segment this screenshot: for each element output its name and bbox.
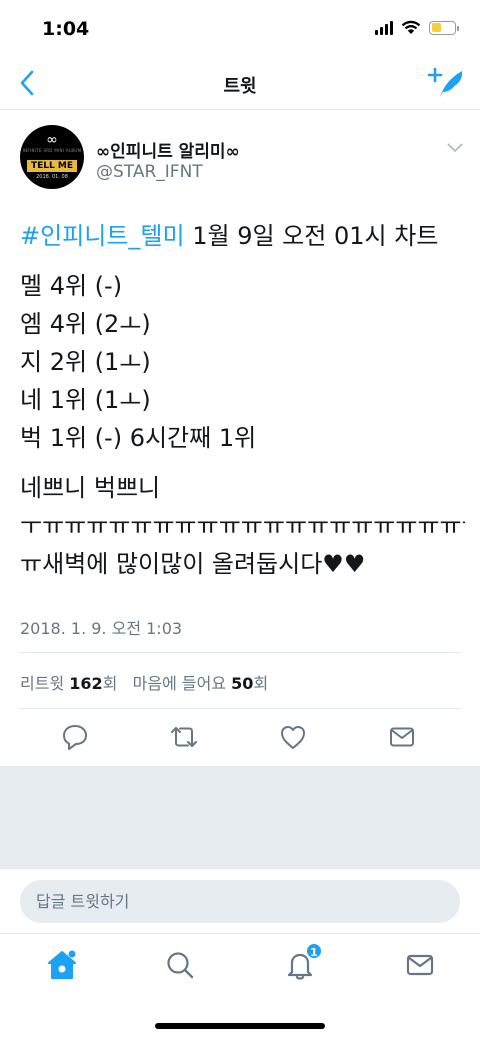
nav-header: 트윗: [0, 60, 480, 110]
reply-bar: [0, 868, 480, 933]
avatar-banner: TELL ME: [27, 160, 77, 172]
avatar[interactable]: ∞ INFINITE 3RD MINI ALBUM TELL ME 2018. …: [20, 125, 84, 189]
tweet-line: 멜 4위 (-): [20, 272, 123, 300]
avatar-small-text: INFINITE 3RD MINI ALBUM: [22, 148, 82, 153]
direct-message-icon[interactable]: [387, 722, 417, 752]
notifications-tab[interactable]: 1: [283, 942, 323, 982]
bottom-tab-bar: 1: [0, 933, 480, 1039]
tweet-line: 지 2위 (1ㅗ): [20, 348, 151, 376]
status-bar: 1:04: [0, 0, 480, 60]
search-icon[interactable]: [163, 948, 197, 982]
tweet-line: 벅 1위 (-) 6시간째 1위: [20, 424, 257, 452]
retweets-count: 162: [69, 674, 103, 693]
divider: [20, 652, 460, 653]
tweet-text: #인피니트_텔미 1월 9일 오전 01시 차트 멜 4위 (-) 엠 4위 (…: [20, 217, 465, 583]
reply-icon[interactable]: [60, 722, 90, 752]
likes-count: 50: [231, 674, 254, 693]
status-time: 1:04: [42, 18, 90, 40]
retweets-unit: 회: [102, 674, 118, 693]
likes-stat[interactable]: 마음에 들어요 50회: [133, 674, 269, 693]
retweet-icon[interactable]: [169, 722, 199, 752]
display-name[interactable]: ∞인피니트 알리미∞: [96, 137, 240, 162]
tweet-timestamp: 2018. 1. 9. 오전 1:03: [20, 619, 183, 638]
reply-input[interactable]: [20, 880, 460, 923]
tweet-line: 네 1위 (1ㅗ): [20, 386, 151, 414]
empty-replies-area: [0, 766, 480, 868]
tweet-headline: #인피니트_텔미 1월 9일 오전 01시 차트: [20, 217, 465, 255]
compose-tweet-icon[interactable]: [428, 66, 466, 100]
home-indicator[interactable]: [155, 1023, 325, 1029]
status-indicators: [375, 20, 459, 35]
page-title: 트윗: [223, 76, 257, 97]
retweets-label: 리트윗: [20, 674, 65, 693]
like-heart-icon[interactable]: [278, 722, 308, 752]
avatar-date: 2018. 01. 08: [36, 174, 68, 180]
retweets-stat[interactable]: 리트윗 162회: [20, 674, 123, 693]
tweet-line: 네쁘니 벅쁘니: [20, 474, 161, 502]
hashtag-link[interactable]: #인피니트_텔미: [20, 222, 185, 250]
headline-text: 1월 9일 오전 01시 차트: [184, 222, 439, 250]
divider: [20, 708, 460, 709]
likes-label: 마음에 들어요: [132, 674, 227, 693]
notification-badge: 1: [305, 942, 323, 960]
messages-icon[interactable]: [403, 948, 437, 982]
user-handle[interactable]: @STAR_IFNT: [96, 162, 203, 182]
tweet-line: 엠 4위 (2ㅗ): [20, 310, 151, 338]
signal-icon: [375, 20, 393, 35]
home-icon[interactable]: [45, 948, 79, 982]
tweet-line: ㅠ새벽에 많이많이 올려둡시다♥♥: [20, 550, 366, 578]
chevron-down-icon[interactable]: [447, 143, 463, 153]
likes-unit: 회: [253, 674, 269, 693]
tweet-actions: [0, 722, 480, 756]
tweet-stats: 리트윗 162회 마음에 들어요 50회: [20, 670, 268, 694]
tweet-line: ㅜㅠㅠㅠㅠㅠㅠㅠㅠㅠㅠㅠㅠㅠㅠㅠㅠㅠㅠㅠㅠㅠㅠ: [20, 512, 465, 540]
avatar-symbol: ∞: [46, 132, 58, 148]
battery-icon: [429, 20, 459, 35]
wifi-icon: [401, 20, 421, 34]
